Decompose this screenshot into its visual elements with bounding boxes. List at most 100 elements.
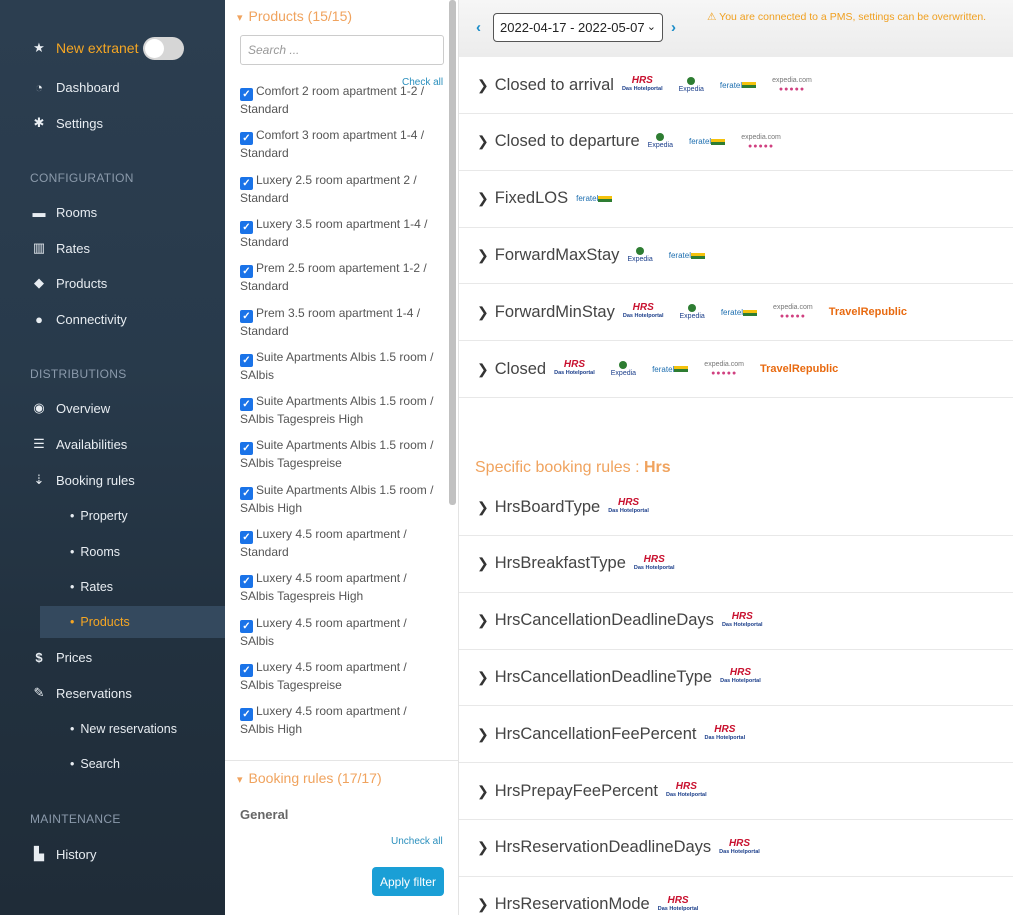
checkbox-checked-icon[interactable]: ✓ [240,442,253,456]
sidebar-subitem-rates[interactable]: • Rates [40,571,225,603]
sidebar-item-prices[interactable]: $ Prices [0,642,225,672]
checkbox-checked-icon[interactable]: ✓ [240,398,253,412]
booking-rule-name: HrsCancellationDeadlineDays [494,611,714,630]
feratel-flag-icon [743,309,758,316]
sidebar-item-products[interactable]: ◆ Products [0,268,225,298]
checkbox-checked-icon[interactable]: ✓ [240,265,253,279]
checkbox-checked-icon[interactable]: ✓ [240,132,253,146]
sidebar-item-label: Rates [56,240,90,256]
chevron-down-icon: ▾ [237,774,243,786]
sidebar-subitem-rooms[interactable]: • Rooms [40,536,225,568]
hrs-logo: HRS Das Hotelportal [705,725,746,743]
travelrepublic-logo: TravelRepublic [760,363,838,374]
product-item[interactable]: ✓ Suite Apartments Albis 1.5 room / SAlbi… [240,482,440,518]
sidebar-item-reservations[interactable]: ✎ Reservations [0,678,225,708]
checkbox-checked-icon[interactable]: ✓ [240,531,253,544]
sidebar-item-connectivity[interactable]: ● Connectivity [0,304,225,334]
product-item[interactable]: ✓ Luxery 4.5 room apartment / SAlbis Tage… [240,570,440,606]
product-item[interactable]: ✓ Comfort 2 room apartment 1-2 / Standard [240,83,440,119]
expedia-logo: Expedia [611,360,636,378]
checkbox-checked-icon[interactable]: ✓ [240,486,253,500]
hrs-rule-row[interactable]: ❯ HrsCancellationDeadlineDays HRS Das Hotel… [459,593,1013,650]
product-item[interactable]: ✓ Luxery 4.5 room apartment / SAlbis High [240,703,440,739]
sidebar-subitem-label: Rates [80,580,114,594]
hrs-logo: HRS Das Hotelportal [720,668,761,686]
sidebar-subitem-label: Products [80,615,130,629]
products-filter-header[interactable]: ▾ Products (15/15) [237,8,352,24]
travel-logo-text: Travel [828,305,861,318]
hrs-rule-row[interactable]: ❯ HrsReservationDeadlineDays HRS Das Hotelp… [459,820,1013,877]
booking-rule-row[interactable]: ❯ ForwardMaxStay Expedia feratel [459,227,1013,285]
checkbox-checked-icon[interactable]: ✓ [240,220,253,234]
booking-rule-row[interactable]: ❯ FixedLOS feratel [459,171,1013,228]
checkbox-checked-icon[interactable]: ✓ [240,176,253,190]
booking-rule-name: HrsBoardType [494,497,601,516]
history-icon: ▙ [34,846,44,861]
hrs-rule-row[interactable]: ❯ HrsCancellationDeadlineType HRS Das Hotel… [459,649,1013,707]
checkbox-checked-icon[interactable]: ✓ [240,663,253,677]
chevron-right-icon: ❯ [477,896,489,913]
sidebar-item-booking-rules[interactable]: ⇣ Booking rules [0,465,225,495]
channel-logos: HRS Das Hotelportal Expedia feratel expedia.… [623,303,923,321]
chevron-down-icon: ▾ [237,12,243,24]
hrs-rule-row[interactable]: ❯ HrsBreakfastType HRS Das Hotelportal [459,536,1013,593]
product-item[interactable]: ✓ Luxery 4.5 room apartment / SAlbis [240,615,440,651]
apply-filter-button[interactable]: Apply filter [372,867,444,896]
hrs-rule-row[interactable]: ❯ HrsCancellationFeePercent HRS Das Hotelpo… [459,706,1013,764]
sidebar-subitem-search[interactable]: • Search [40,748,225,780]
channel-logos: Expedia feratel [627,246,721,264]
general-group-label: General [240,807,289,822]
product-item[interactable]: ✓ Luxery 4.5 room apartment / SAlbis Tage… [240,659,440,695]
checkbox-checked-icon[interactable]: ✓ [240,309,253,323]
booking-rules-filter-header[interactable]: ▾ Booking rules (17/17) [237,770,382,786]
sidebar-item-history[interactable]: ▙ History [0,839,225,869]
sidebar-subitem-new-reservations[interactable]: • New reservations [40,713,225,745]
product-item[interactable]: ✓ Comfort 3 room apartment 1-4 / Standard [240,127,440,163]
product-item[interactable]: ✓ Luxery 3.5 room apartment 1-4 / Standar… [240,216,440,252]
hrs-logo-subtext: Das Hotelportal [719,848,760,855]
uncheck-all-link[interactable]: Uncheck all [391,836,443,847]
new-extranet-toggle[interactable] [143,37,184,60]
checkbox-checked-icon[interactable]: ✓ [240,619,253,633]
sidebar-item-new-extranet[interactable]: ★ New extranet [0,33,225,63]
sidebar-subitem-property[interactable]: • Property [40,500,225,532]
hrs-rule-row[interactable]: ❯ HrsReservationMode HRS Das Hotelportal [459,877,1013,915]
product-search-input[interactable]: Search ... [240,35,444,65]
product-item[interactable]: ✓ Luxery 4.5 room apartment / Standard [240,526,440,562]
booking-rule-row[interactable]: ❯ Closed to departure Expedia feratel expedi… [459,114,1013,171]
sidebar-subitem-label: Property [80,509,128,523]
product-item[interactable]: ✓ Suite Apartments Albis 1.5 room / SAlbi… [240,437,440,473]
hrs-rule-row[interactable]: ❯ HrsBoardType HRS Das Hotelportal [459,479,1013,536]
checkbox-checked-icon[interactable]: ✓ [240,708,253,722]
channel-logos: HRS Das Hotelportal Expedia feratel expedia.… [554,360,854,378]
next-period-icon[interactable]: › [671,19,676,36]
sidebar-item-rates[interactable]: ▥ Rates [0,233,225,263]
date-range-select[interactable]: 2022-04-17 - 2022-05-07 ⌄ [493,13,663,42]
sidebar-subitem-products[interactable]: • Products [40,606,225,638]
booking-rule-row[interactable]: ❯ ForwardMinStay HRS Das Hotelportal Expedia… [459,284,1013,342]
product-item[interactable]: ✓ Suite Apartments Albis 1.5 room / SAlbi… [240,349,440,385]
checkbox-checked-icon[interactable]: ✓ [240,88,253,101]
booking-rule-row[interactable]: ❯ Closed to arrival HRS Das Hotelportal Expe… [459,57,1013,114]
booking-rules-filter-title: Booking rules (17/17) [248,770,382,786]
product-item[interactable]: ✓ Prem 3.5 room apartment 1-4 / Standard [240,305,440,341]
sidebar-item-overview[interactable]: ◉ Overview [0,393,225,423]
channel-logos: feratel [576,194,628,203]
hrs-rule-row[interactable]: ❯ HrsPrepayFeePercent HRS Das Hotelportal [459,763,1013,820]
sidebar-item-dashboard[interactable]: ◔ Dashboard [0,72,225,102]
product-item[interactable]: ✓ Luxery 2.5 room apartment 2 / Standard [240,172,440,208]
feratel-logo: feratel [689,137,726,146]
product-item[interactable]: ✓ Prem 2.5 room apartement 1-2 / Standard [240,260,440,296]
sidebar-subitem-label: New reservations [80,722,177,736]
product-item[interactable]: ✓ Suite Apartments Albis 1.5 room / SAlbi… [240,393,440,429]
prev-period-icon[interactable]: ‹ [476,19,481,36]
sidebar-item-settings[interactable]: ✱ Settings [0,108,225,138]
booking-rule-row[interactable]: ❯ Closed HRS Das Hotelportal Expedia feratel e… [459,341,1013,398]
checkbox-checked-icon[interactable]: ✓ [240,353,253,367]
sidebar-item-availabilities[interactable]: ☰ Availabilities [0,429,225,459]
bed-icon: ▬ [32,204,46,220]
sidebar-item-rooms[interactable]: ▬ Rooms [0,197,225,227]
checkbox-checked-icon[interactable]: ✓ [240,575,253,589]
filter-scrollbar[interactable] [449,0,456,505]
expedia-logo: Expedia [679,76,704,94]
